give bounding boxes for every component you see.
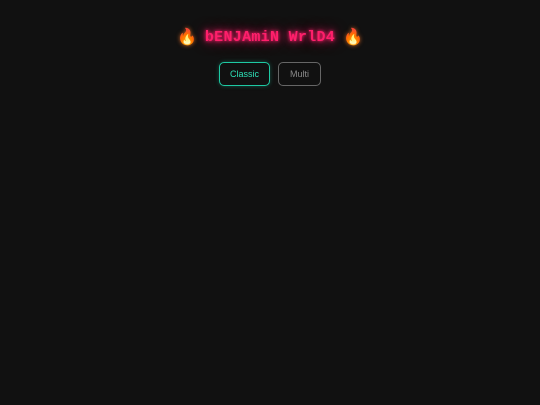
page-title: bENJAmiN WrlD4 <box>204 29 336 46</box>
fire-icon: 🔥 <box>176 29 197 46</box>
classic-mode-button[interactable]: Classic <box>219 62 270 86</box>
app-header: 🔥 bENJAmiN WrlD4 🔥 <box>0 27 540 49</box>
fire-icon: 🔥 <box>343 29 364 46</box>
multi-mode-button[interactable]: Multi <box>278 62 321 86</box>
mode-selector: Classic Multi <box>0 62 540 86</box>
